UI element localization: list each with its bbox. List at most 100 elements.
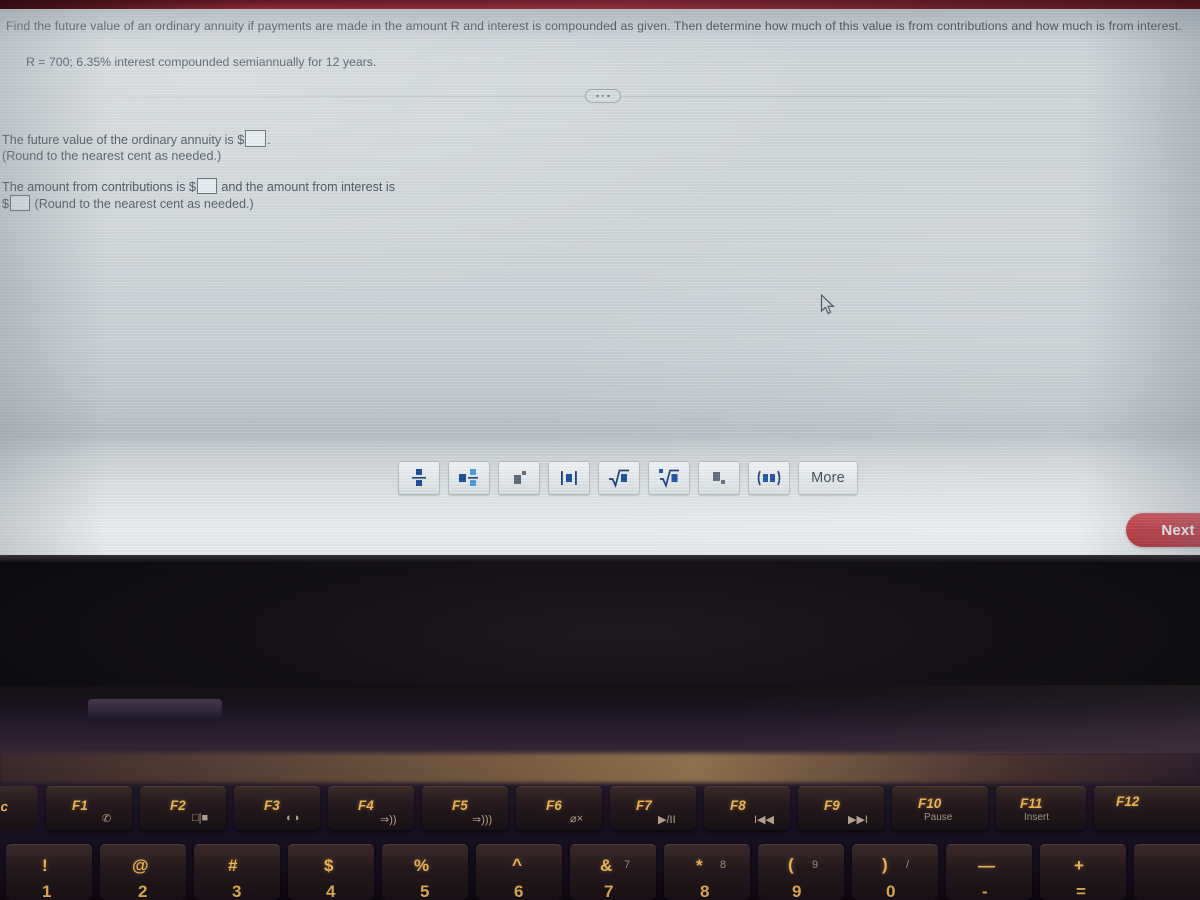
- key-4[interactable]: $ 4: [288, 844, 374, 900]
- key-9[interactable]: ( 9 9: [758, 844, 844, 900]
- key-f4-glyph: ⇒)): [380, 814, 397, 826]
- key-f7[interactable]: F7 ▶/II: [610, 786, 696, 830]
- key-f4[interactable]: F4 ⇒)): [328, 786, 414, 830]
- key-f2-glyph: □|■: [192, 812, 209, 824]
- key-f2[interactable]: F2 □|■: [140, 786, 226, 830]
- key-f9-label: F9: [824, 798, 840, 813]
- math-palette-toolbar: More: [398, 461, 858, 495]
- key-3-shift: #: [228, 856, 238, 875]
- key-8-shift: *: [696, 856, 703, 875]
- absolute-value-icon: [561, 471, 577, 485]
- future-value-rounding-hint: (Round to the nearest cent as needed.): [2, 149, 222, 163]
- key-8[interactable]: * 8 8: [664, 844, 750, 900]
- key-4-label: 4: [326, 882, 336, 900]
- key-5[interactable]: % 5: [382, 844, 468, 900]
- key-7-shift: &: [600, 856, 613, 875]
- key-f5[interactable]: F5 ⇒))): [422, 786, 508, 830]
- contributions-label: The amount from contributions is $: [2, 180, 196, 194]
- key-0[interactable]: ) / 0: [852, 844, 938, 900]
- subscript-icon-button[interactable]: [698, 461, 740, 495]
- mixed-number-icon: [459, 469, 478, 486]
- key-2-shift: @: [132, 856, 149, 875]
- key-f1-label: F1: [72, 798, 88, 813]
- nth-root-icon-button[interactable]: [648, 461, 690, 495]
- mixed-number-icon-button[interactable]: [448, 461, 490, 495]
- fraction-icon-button[interactable]: [398, 461, 440, 495]
- key-1-label: 1: [42, 882, 52, 900]
- answer-block-future-value: The future value of the ordinary annuity…: [2, 130, 271, 164]
- number-key-row: ! 1 @ 2 # 3 $ 4 % 5 ^ 6 & 7 7 * 8 8 (9 …: [0, 840, 1200, 900]
- key-f6[interactable]: F6 ⌀×: [516, 786, 602, 830]
- key-f8-label: F8: [730, 798, 746, 813]
- absolute-value-icon-button[interactable]: [548, 461, 590, 495]
- nth-root-icon: [659, 469, 679, 488]
- answer-block-contributions-interest: The amount from contributions is $ and t…: [2, 178, 395, 212]
- key-7[interactable]: & 7 7: [570, 844, 656, 900]
- key-2[interactable]: @ 2: [100, 844, 186, 900]
- key-minus[interactable]: — -: [946, 844, 1032, 900]
- interest-label: and the amount from interest is: [221, 180, 396, 194]
- ellipsis-button[interactable]: [585, 89, 621, 103]
- key-f11-label: F11: [1020, 796, 1043, 811]
- contributions-input[interactable]: [196, 178, 217, 194]
- key-f8[interactable]: F8 I◀◀: [704, 786, 790, 830]
- problem-given-values: R = 700; 6.35% interest compounded semia…: [26, 55, 377, 69]
- key-f9[interactable]: F9 ▶▶I: [798, 786, 884, 830]
- mouse-cursor: [820, 294, 835, 315]
- interest-input[interactable]: [10, 195, 31, 211]
- keyboard-light-reflection: [0, 753, 1200, 783]
- key-8-alt: 8: [720, 859, 727, 871]
- key-6-label: 6: [514, 882, 524, 900]
- key-f1[interactable]: F1 ✆: [46, 786, 132, 830]
- key-6[interactable]: ^ 6: [476, 844, 562, 900]
- square-root-icon-button[interactable]: [598, 461, 640, 495]
- key-f3[interactable]: F3 ◐◑: [234, 786, 320, 830]
- ellipsis-dot: [607, 94, 610, 98]
- key-8-label: 8: [700, 882, 710, 900]
- function-key-row: F1 ✆ F2 □|■ F3 ◐◑ F4 ⇒)) F5 ⇒))) F6 ⌀× F…: [0, 784, 1200, 836]
- ellipsis-dot: [596, 94, 599, 98]
- key-7-alt: 7: [624, 859, 631, 871]
- key-f12[interactable]: F12: [1094, 786, 1200, 830]
- interest-rounding-hint: (Round to the nearest cent as needed.): [34, 197, 254, 211]
- key-equals-shift: +: [1074, 856, 1084, 875]
- key-f10[interactable]: F10 Pause: [892, 786, 988, 830]
- exponent-icon-button[interactable]: [498, 461, 540, 495]
- key-4-shift: $: [324, 856, 334, 875]
- key-3-label: 3: [232, 882, 242, 900]
- key-equals-label: =: [1076, 882, 1086, 900]
- key-equals[interactable]: + =: [1040, 844, 1126, 900]
- key-f2-label: F2: [170, 798, 186, 813]
- future-value-period: .: [267, 133, 271, 147]
- future-value-input[interactable]: [245, 130, 267, 147]
- key-5-label: 5: [420, 882, 430, 900]
- problem-statement: Find the future value of an ordinary ann…: [6, 19, 1182, 33]
- key-f11[interactable]: F11 Insert: [996, 786, 1086, 830]
- key-9-alt: 9: [812, 859, 819, 871]
- key-f6-glyph: ⌀×: [570, 813, 584, 825]
- square-root-icon: [609, 469, 629, 488]
- interest-currency-symbol: $: [2, 197, 10, 211]
- ellipsis-dot: [601, 94, 605, 98]
- key-backspace[interactable]: [1134, 844, 1200, 900]
- browser-top-edge: [0, 0, 1200, 9]
- laptop-bezel: [0, 555, 1200, 685]
- next-button[interactable]: Next: [1126, 513, 1200, 547]
- key-f1-glyph: ✆: [102, 813, 112, 825]
- key-f3-glyph: ◐◑: [286, 812, 300, 824]
- screenshot-root: Find the future value of an ordinary ann…: [0, 0, 1200, 900]
- key-f5-label: F5: [452, 798, 468, 813]
- key-0-label: 0: [886, 882, 896, 900]
- key-f9-glyph: ▶▶I: [848, 814, 868, 826]
- exercise-content: Find the future value of an ordinary ann…: [0, 9, 1200, 555]
- hinge-highlight: [0, 685, 1200, 753]
- key-f11-sub: Insert: [1024, 812, 1050, 823]
- key-f6-label: F6: [546, 798, 562, 813]
- key-3[interactable]: # 3: [194, 844, 280, 900]
- interval-icon-button[interactable]: [748, 461, 790, 495]
- laptop-hinge: [0, 685, 1200, 753]
- key-minus-shift: —: [978, 856, 995, 875]
- key-f8-glyph: I◀◀: [754, 814, 774, 826]
- more-palette-button[interactable]: More: [798, 461, 858, 495]
- key-1[interactable]: ! 1: [6, 844, 92, 900]
